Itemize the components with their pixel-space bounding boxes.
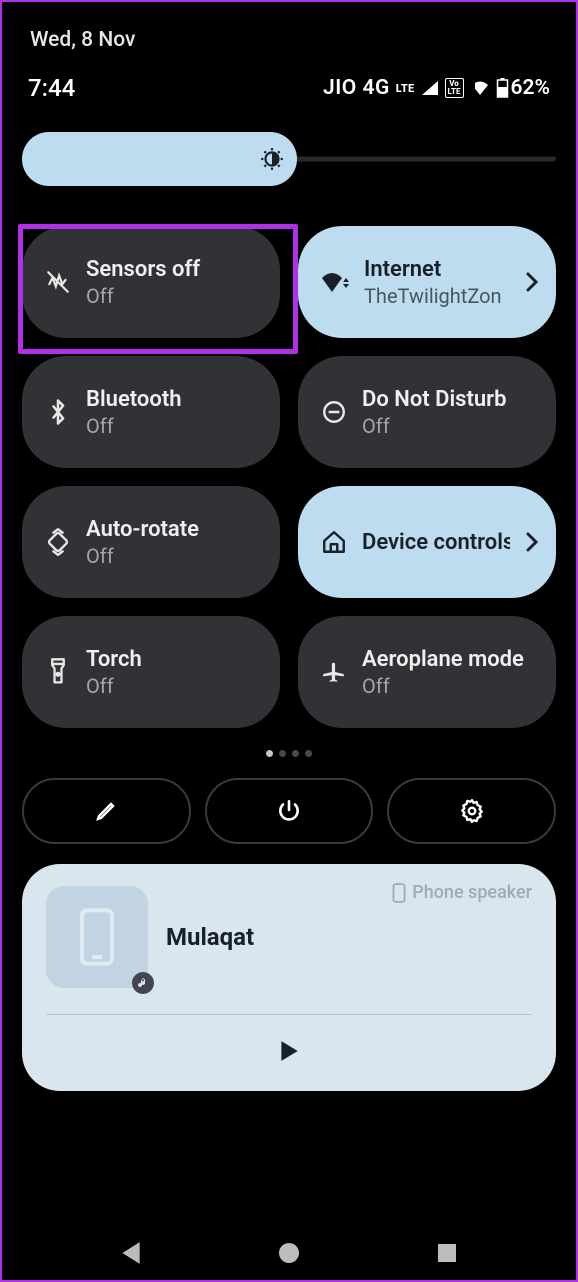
dnd-icon <box>320 399 348 425</box>
tile-aeroplane-mode[interactable]: Aeroplane mode Off <box>298 616 556 728</box>
tile-subtitle: Off <box>362 414 538 438</box>
navigation-bar <box>2 1238 576 1268</box>
tile-torch[interactable]: Torch Off <box>22 616 280 728</box>
tile-subtitle: Off <box>362 674 538 698</box>
tile-title: Do Not Disturb <box>362 387 538 412</box>
bluetooth-icon <box>44 398 72 426</box>
nav-home-button[interactable] <box>274 1238 304 1268</box>
nav-recents-button[interactable] <box>432 1238 462 1268</box>
quick-settings-grid: Sensors off Off Internet TheTwilightZon <box>22 226 556 728</box>
status-bar: 7:44 JIO 4G LTE VoLTE 62% <box>22 52 556 102</box>
tile-title: Device controls <box>362 530 510 555</box>
tile-title: Sensors off <box>86 257 262 282</box>
power-button[interactable] <box>205 778 374 844</box>
footer-shortcuts <box>22 778 556 844</box>
nav-back-button[interactable] <box>116 1238 146 1268</box>
airplane-icon <box>320 659 348 685</box>
wifi-status-icon <box>470 80 490 96</box>
media-card[interactable]: Mulaqat Phone speaker <box>22 864 556 1091</box>
media-play-button[interactable] <box>46 1039 532 1063</box>
date-label: Wed, 8 Nov <box>22 2 556 52</box>
tile-title: Aeroplane mode <box>362 647 538 672</box>
tile-title: Auto-rotate <box>86 517 262 542</box>
tile-bluetooth[interactable]: Bluetooth Off <box>22 356 280 468</box>
tile-internet[interactable]: Internet TheTwilightZon <box>298 226 556 338</box>
volte-icon: VoLTE <box>445 78 464 98</box>
home-icon <box>320 529 348 555</box>
media-title: Mulaqat <box>166 923 254 951</box>
brightness-slider[interactable] <box>22 132 556 186</box>
tile-title: Bluetooth <box>86 387 262 412</box>
clock-time: 7:44 <box>28 74 75 102</box>
media-output-button[interactable]: Phone speaker <box>392 882 532 903</box>
tile-title: Internet <box>364 257 510 282</box>
battery-indicator: 62% <box>496 76 551 100</box>
carrier-label: JIO 4G <box>323 76 390 100</box>
brightness-icon <box>259 146 285 172</box>
tile-subtitle: Off <box>86 544 262 568</box>
page-indicator <box>22 750 556 762</box>
edit-tiles-button[interactable] <box>22 778 191 844</box>
lte-label: LTE <box>396 82 415 95</box>
tile-do-not-disturb[interactable]: Do Not Disturb Off <box>298 356 556 468</box>
media-artwork <box>46 886 148 988</box>
settings-button[interactable] <box>387 778 556 844</box>
chevron-right-icon <box>526 272 538 292</box>
tile-auto-rotate[interactable]: Auto-rotate Off <box>22 486 280 598</box>
signal-icon <box>421 80 439 96</box>
tile-subtitle: Off <box>86 674 262 698</box>
tile-subtitle: TheTwilightZon <box>364 284 510 308</box>
phone-icon <box>77 907 117 967</box>
tile-device-controls[interactable]: Device controls <box>298 486 556 598</box>
auto-rotate-icon <box>44 528 72 556</box>
chevron-right-icon <box>526 532 538 552</box>
tile-sensors-off[interactable]: Sensors off Off <box>22 226 280 338</box>
torch-icon <box>44 657 72 687</box>
sensors-off-icon <box>44 269 72 295</box>
tile-subtitle: Off <box>86 414 262 438</box>
wifi-icon <box>320 269 350 295</box>
tile-title: Torch <box>86 647 262 672</box>
tile-subtitle: Off <box>86 284 262 308</box>
music-badge-icon <box>132 972 154 994</box>
